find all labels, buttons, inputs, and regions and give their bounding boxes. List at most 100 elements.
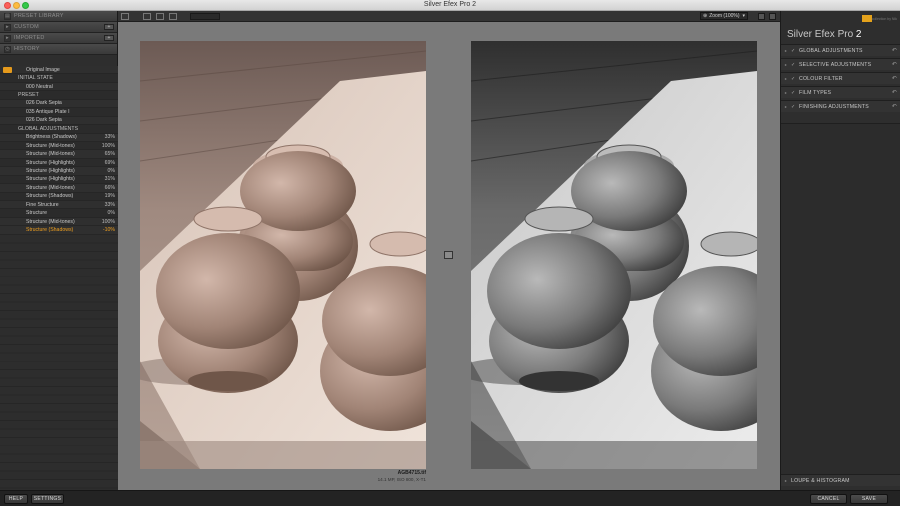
history-item-label: 000 Neutral — [26, 83, 53, 90]
expand-arrow-icon: ▸ — [784, 48, 788, 53]
single-view-icon[interactable] — [143, 13, 151, 20]
history-empty-rows — [0, 235, 118, 490]
history-category[interactable]: INITIAL STATE — [0, 74, 118, 83]
history-item[interactable]: Structure (Mid-tones) 100% — [0, 217, 118, 227]
enable-check-icon[interactable]: ✓ — [791, 62, 799, 68]
bottom-bar: HELP SETTINGS CANCEL SAVE — [0, 490, 900, 506]
settings-button[interactable]: SETTINGS — [31, 494, 64, 504]
custom-header[interactable]: ▸ CUSTOM + — [0, 22, 117, 33]
adjustment-section[interactable]: ▸ ✓ COLOUR FILTER ↶ — [781, 72, 900, 84]
enable-check-icon[interactable]: ✓ — [791, 48, 799, 54]
save-button[interactable]: SAVE — [850, 494, 888, 504]
history-item-label: INITIAL STATE — [18, 75, 53, 82]
reset-icon[interactable]: ↶ — [892, 61, 897, 68]
history-header[interactable]: ◷ HISTORY — [0, 44, 117, 55]
loupe-histogram-section[interactable]: ▸ LOUPE & HISTOGRAM — [781, 474, 900, 486]
zoom-select[interactable]: ⊕ Zoom (100%) ▾ — [700, 12, 748, 20]
brand-version: 2 — [855, 29, 862, 40]
original-image[interactable] — [140, 41, 426, 469]
history-item-value: -10% — [102, 227, 115, 234]
history-item-label: 026 Dark Sepia — [26, 100, 62, 107]
history-category[interactable]: PRESET — [0, 91, 118, 100]
compare-icon[interactable] — [444, 251, 453, 259]
history-item[interactable]: Structure (Mid-tones) 65% — [0, 150, 118, 159]
reset-icon[interactable]: ↶ — [892, 47, 897, 54]
history-item-label: Structure (Mid-tones) — [26, 184, 75, 191]
enable-check-icon[interactable]: ✓ — [791, 104, 799, 110]
history-item[interactable]: 035 Antique Plate I — [0, 108, 118, 117]
history-item-value: 100% — [101, 218, 115, 225]
history-item[interactable]: Brightness (Shadows) 33% — [0, 133, 118, 142]
adjustment-section-label: FINISHING ADJUSTMENTS — [799, 103, 869, 110]
custom-label: CUSTOM — [14, 24, 39, 30]
overlay-toggle-icon[interactable] — [769, 13, 776, 20]
history-icon: ◷ — [4, 45, 11, 53]
history-item-label: Structure (Mid-tones) — [26, 218, 75, 225]
color-picker-icon[interactable] — [758, 13, 765, 20]
reset-icon[interactable]: ↶ — [892, 89, 897, 96]
processed-image[interactable] — [471, 41, 757, 469]
history-item-value: 0% — [107, 167, 116, 174]
history-category[interactable]: GLOBAL ADJUSTMENTS — [0, 125, 118, 134]
history-item-label: 035 Antique Plate I — [26, 108, 70, 115]
history-item-value: 65% — [104, 151, 115, 158]
brand-title: Silver Efex Pro 2 — [787, 29, 861, 40]
adjustment-section-label: FILM TYPES — [799, 89, 832, 96]
enable-check-icon[interactable]: ✓ — [791, 90, 799, 96]
history-item-label: Structure (Shadows) — [26, 193, 74, 200]
image-info: 14.1 MP, ISO 800, X-T1 — [377, 477, 426, 482]
history-item[interactable]: Structure (Shadows) 19% — [0, 192, 118, 201]
reset-icon[interactable]: ↶ — [892, 75, 897, 82]
history-item[interactable]: Structure 0% — [0, 209, 118, 218]
zoom-icon: ⊕ — [703, 13, 708, 19]
title-bar: Silver Efex Pro 2 — [0, 0, 900, 11]
image-canvas: AGB4715.tif 14.1 MP, ISO 800, X-T1 — [118, 22, 780, 490]
preset-library-header[interactable]: ▤ PRESET LIBRARY — [0, 11, 117, 22]
imported-header[interactable]: ▸ IMPORTED + — [0, 33, 117, 44]
nik-logo-icon — [862, 15, 872, 22]
history-item[interactable]: 026 Dark Sepia — [0, 99, 118, 109]
history-item[interactable]: Fine Structure 33% — [0, 201, 118, 210]
history-item[interactable]: Structure (Mid-tones) 66% — [0, 184, 118, 193]
history-item-value: 33% — [104, 134, 115, 141]
history-item[interactable]: 026 Dark Sepia — [0, 116, 118, 126]
background-toggle[interactable] — [190, 13, 220, 20]
expand-arrow-icon: ▸ — [784, 90, 788, 95]
import-preset-button[interactable]: + — [104, 35, 114, 41]
zoom-label: Zoom (100%) — [709, 13, 740, 19]
history-item[interactable]: Structure (Highlights) 0% — [0, 167, 118, 176]
adjustments-empty-area — [781, 123, 900, 483]
adjustment-section[interactable]: ▸ ✓ GLOBAL ADJUSTMENTS ↶ — [781, 44, 900, 56]
adjustment-section[interactable]: ▸ ✓ FILM TYPES ↶ — [781, 86, 900, 98]
history-item-value: 19% — [104, 193, 115, 200]
cancel-button[interactable]: CANCEL — [810, 494, 847, 504]
history-item[interactable]: Structure (Highlights) 31% — [0, 175, 118, 185]
adjustment-section[interactable]: ▸ ✓ SELECTIVE ADJUSTMENTS ↶ — [781, 58, 900, 70]
history-item-value: 66% — [104, 184, 115, 191]
window-title: Silver Efex Pro 2 — [423, 1, 477, 8]
enable-check-icon[interactable]: ✓ — [791, 76, 799, 82]
history-item-value: 100% — [101, 142, 115, 149]
history-item[interactable]: Structure (Shadows) -10% — [0, 226, 118, 235]
history-item-label: Structure (Highlights) — [26, 167, 75, 174]
expand-arrow-icon: ▸ — [784, 76, 788, 81]
expand-arrow-icon: ▸ — [4, 23, 11, 31]
history-item-value: 0% — [107, 210, 116, 217]
split-view-icon[interactable] — [156, 13, 164, 20]
history-item-label: Fine Structure — [26, 201, 59, 208]
right-panel: collection by Nik Silver Efex Pro 2 ▸ ✓ GL… — [780, 11, 900, 490]
side-by-side-view-icon[interactable] — [169, 13, 177, 20]
history-item[interactable]: 000 Neutral — [0, 82, 118, 92]
expand-arrow-icon: ▸ — [784, 104, 788, 109]
hide-panel-icon[interactable] — [121, 13, 129, 20]
adjustment-section[interactable]: ▸ ✓ FINISHING ADJUSTMENTS ↶ — [781, 100, 900, 112]
reset-icon[interactable]: ↶ — [892, 103, 897, 110]
history-item[interactable]: Structure (Mid-tones) 100% — [0, 141, 118, 151]
history-item[interactable]: Structure (Highlights) 69% — [0, 158, 118, 168]
history-item-label: Structure (Mid-tones) — [26, 151, 75, 158]
history-item-label: Structure (Shadows) — [26, 227, 74, 234]
history-item[interactable]: Original Image — [0, 66, 118, 75]
help-button[interactable]: HELP — [4, 494, 28, 504]
view-toolbar: ⊕ Zoom (100%) ▾ — [118, 11, 780, 22]
add-custom-preset-button[interactable]: + — [104, 24, 114, 30]
